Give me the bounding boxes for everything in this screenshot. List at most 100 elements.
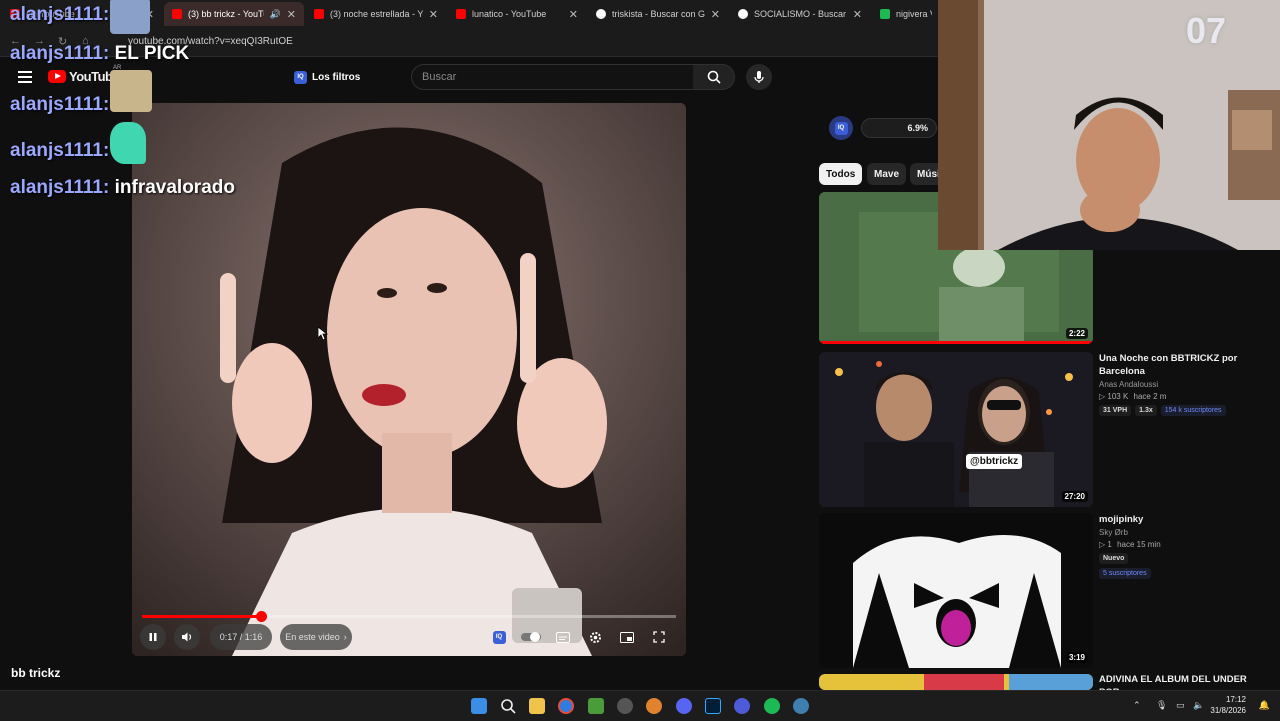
brave-icon[interactable]	[646, 698, 662, 714]
chat-message: alanjs1111: infravalorado	[10, 177, 235, 199]
video-duration: 3:19	[1065, 652, 1088, 663]
chapter-button[interactable]: En este video ›	[280, 624, 352, 650]
recommendation-thumbnail-4[interactable]	[819, 674, 1093, 690]
network-icon[interactable]: ▭	[1176, 700, 1185, 711]
chevron-right-icon: ›	[343, 632, 347, 642]
iq-icon: IQ	[294, 70, 307, 84]
chrome-icon[interactable]	[558, 698, 574, 714]
system-clock[interactable]: 17:12 31/8/2026	[1210, 694, 1246, 716]
chip-musica[interactable]: Músi	[910, 163, 940, 185]
iq-percent-text: 6.9%	[907, 123, 928, 133]
windows-taskbar: ⌃ 🎙 ▭ 🔈 17:12 31/8/2026 🔔	[0, 690, 1280, 721]
browser-tab-4[interactable]: lunatico - YouTube ✕	[448, 2, 586, 26]
upload-age: hace 2 m	[1133, 392, 1167, 401]
minecraft-icon[interactable]	[588, 698, 604, 714]
tab-title: SOCIALISMO - Buscar con	[754, 9, 847, 19]
close-tab-icon[interactable]: ✕	[429, 8, 438, 21]
pause-button[interactable]	[140, 624, 166, 650]
browser-tab-7[interactable]: nigivera Vide	[872, 2, 940, 26]
browser-tab-5[interactable]: triskista - Buscar con Goog ✕	[588, 2, 728, 26]
time-display-text: 0:17 / 1:16	[219, 632, 263, 642]
close-tab-icon[interactable]: ✕	[569, 8, 578, 21]
balloon-text: 07	[1186, 10, 1227, 51]
vegas-icon[interactable]	[734, 698, 750, 714]
volume-button[interactable]	[174, 624, 200, 650]
channel-name[interactable]: Anas Andaloussi	[1099, 380, 1269, 389]
subscriber-badge: 5 suscriptores	[1099, 568, 1151, 579]
ccleaner-icon[interactable]	[793, 698, 809, 714]
search-placeholder: Buscar	[422, 71, 457, 83]
autoplay-toggle[interactable]	[521, 627, 541, 647]
youtube-play-icon	[48, 70, 66, 83]
search-icon[interactable]	[500, 698, 516, 714]
hamburger-menu-icon[interactable]	[18, 71, 32, 83]
chip-mave[interactable]: Mave	[867, 163, 907, 185]
chip-label: Mave	[874, 168, 900, 180]
tab-title: lunatico - YouTube	[472, 9, 547, 19]
tab-title: nigivera Vide	[896, 9, 932, 19]
search-button[interactable]	[693, 64, 735, 90]
iq-percent: 6.9%	[861, 118, 937, 138]
recommendation-info-2[interactable]: Una Noche con BBTRICKZ por Barcelona Ana…	[1099, 352, 1269, 416]
green-hand-emote	[110, 122, 146, 164]
recommendation-title[interactable]: mojipinky	[1099, 513, 1269, 526]
filters-button[interactable]: IQ Los filtros	[288, 66, 366, 88]
miniplayer-icon	[620, 631, 634, 643]
number-balloon: 07	[1186, 10, 1226, 52]
iq-player-button[interactable]: IQ	[489, 627, 509, 647]
volume-icon	[182, 632, 192, 642]
iq-round-button[interactable]: IQ	[829, 116, 853, 140]
voice-search-button[interactable]	[746, 64, 772, 90]
windows-start-icon[interactable]	[471, 698, 487, 714]
recommendation-thumbnail-2[interactable]: @bbtrickz 27:20	[819, 352, 1093, 507]
thumbnail-image	[819, 513, 1093, 668]
microphone-icon[interactable]: 🎙	[1156, 700, 1167, 711]
search-icon	[707, 70, 721, 84]
youtube-logo[interactable]: YouTube	[48, 69, 120, 84]
fullscreen-icon	[653, 631, 665, 643]
video-duration: 27:20	[1061, 491, 1088, 502]
search-input[interactable]: Buscar	[411, 64, 694, 90]
discord-icon[interactable]	[676, 698, 692, 714]
subtitles-button[interactable]	[553, 627, 573, 647]
kick-favicon-icon	[880, 9, 890, 19]
settings-button[interactable]	[585, 627, 605, 647]
notification-bell-icon[interactable]: 🔔	[1259, 700, 1270, 711]
subscriber-badge: 154 k suscriptores	[1160, 405, 1226, 416]
clock-date: 31/8/2026	[1210, 706, 1246, 715]
recommendation-title[interactable]: Una Noche con BBTRICKZ por Barcelona	[1099, 352, 1269, 378]
recommendation-thumbnail-3[interactable]: 3:19	[819, 513, 1093, 668]
browser-tab-6[interactable]: SOCIALISMO - Buscar con ✕	[730, 2, 870, 26]
stats-badges: Nuevo	[1099, 553, 1269, 564]
chat-text: infravalorado	[114, 177, 235, 198]
tab-title: (3) bb trickz - YouTube	[188, 9, 264, 19]
steam-icon[interactable]	[617, 698, 633, 714]
view-count: ▷ 1	[1099, 540, 1112, 549]
browser-tab-2[interactable]: (3) bb trickz - YouTube 🔊 ✕	[164, 2, 304, 26]
browser-tab-3[interactable]: (3) noche estrellada - You ✕	[306, 2, 446, 26]
thumbnail-handle-tag: @bbtrickz	[966, 454, 1023, 469]
autoplay-toggle-icon	[521, 632, 541, 642]
iq-extension-bar[interactable]: IQ 6.9%	[826, 114, 946, 142]
subtitles-icon	[556, 631, 570, 643]
speaker-icon[interactable]: 🔊	[270, 9, 281, 20]
miniplayer-button[interactable]	[617, 627, 637, 647]
spotify-icon[interactable]	[764, 698, 780, 714]
close-tab-icon[interactable]: ✕	[853, 8, 862, 21]
close-tab-icon[interactable]: ✕	[287, 8, 296, 21]
file-explorer-icon[interactable]	[529, 698, 545, 714]
progress-bar[interactable]	[142, 611, 676, 622]
chip-label: Todos	[826, 168, 856, 180]
volume-icon[interactable]: 🔈	[1193, 700, 1204, 711]
chapter-label: En este video	[285, 632, 340, 642]
chat-username: alanjs1111:	[10, 94, 110, 115]
chevron-up-icon[interactable]: ⌃	[1133, 700, 1141, 711]
clock-time: 17:12	[1225, 695, 1246, 704]
chip-todos[interactable]: Todos	[819, 163, 863, 185]
fullscreen-button[interactable]	[649, 627, 669, 647]
photoshop-icon[interactable]	[705, 698, 721, 714]
close-tab-icon[interactable]: ✕	[711, 8, 720, 21]
youtube-favicon-icon	[456, 9, 466, 19]
recommendation-info-3[interactable]: mojipinky Sky Ørb ▷ 1 hace 15 min Nuevo …	[1099, 513, 1269, 579]
channel-name[interactable]: Sky Ørb	[1099, 528, 1269, 537]
